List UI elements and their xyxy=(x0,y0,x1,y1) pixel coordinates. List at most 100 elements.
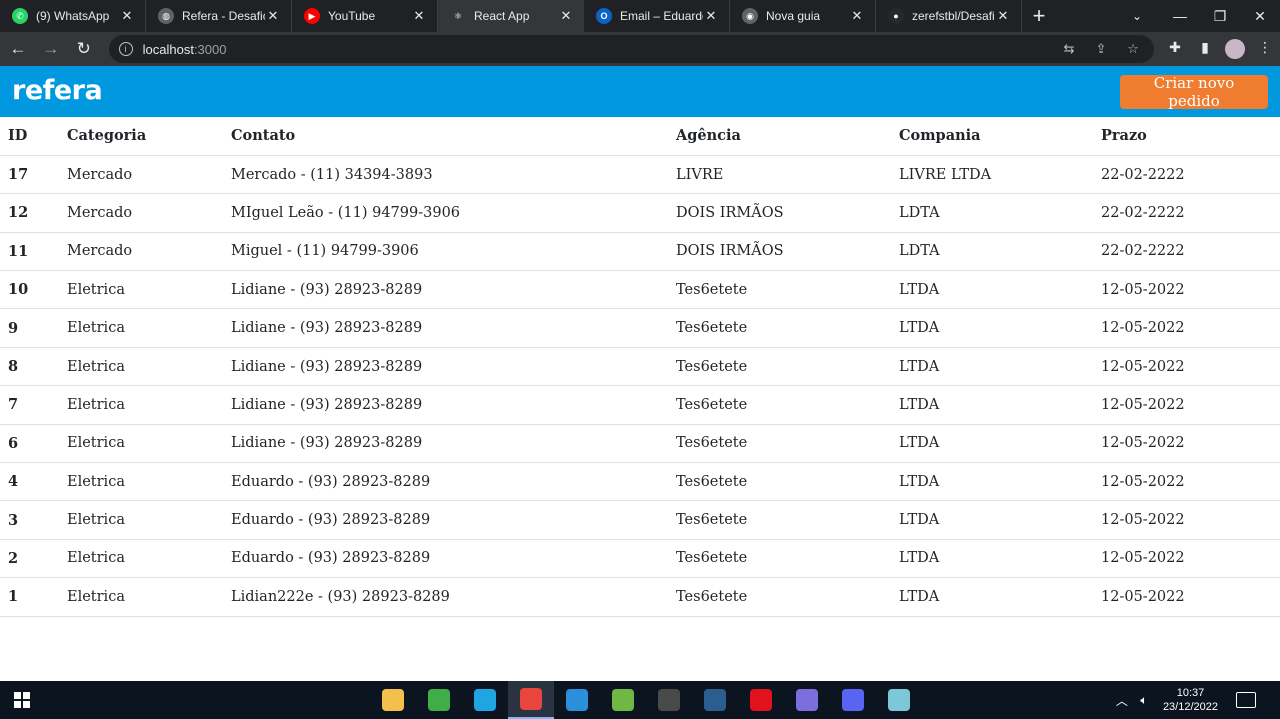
cell-compania: LTDA xyxy=(891,308,1093,348)
tab-title: Nova guia xyxy=(766,9,821,23)
back-icon[interactable]: ← xyxy=(3,34,33,64)
taskbar-app[interactable] xyxy=(508,681,554,719)
cell-agencia: Tes6etete xyxy=(668,308,891,348)
browser-tab[interactable]: ◍ Refera - Desafio F✕ xyxy=(146,0,292,32)
cell-compania: LTDA xyxy=(891,577,1093,617)
cell-id: 10 xyxy=(0,270,59,310)
cell-categoria: Eletrica xyxy=(59,424,223,464)
tab-close-icon[interactable]: ✕ xyxy=(411,8,427,24)
tab-close-icon[interactable]: ✕ xyxy=(849,8,865,24)
browser-tab[interactable]: ⚛ React App ✕ xyxy=(438,0,584,32)
extensions-icon[interactable]: ✚ xyxy=(1160,39,1190,59)
tab-close-icon[interactable]: ✕ xyxy=(703,8,719,24)
outlook-icon: O xyxy=(596,8,612,24)
cell-id: 9 xyxy=(0,308,59,348)
cell-contato: Eduardo - (93) 28923-8289 xyxy=(223,539,668,579)
cell-compania: LTDA xyxy=(891,270,1093,310)
file-explorer-icon xyxy=(382,689,404,711)
browser-tab[interactable]: ◉ Nova guia ✕ xyxy=(730,0,876,32)
tab-title: YouTube xyxy=(328,9,376,23)
cell-contato: Miguel - (11) 94799-3906 xyxy=(223,232,668,272)
os-taskbar: ︿ 🔈︎ 10:37 23/12/2022 xyxy=(0,681,1280,719)
maximize-icon[interactable]: ❐ xyxy=(1200,0,1240,32)
clock[interactable]: 10:37 23/12/2022 xyxy=(1163,686,1218,714)
browser-tab[interactable]: O Email – Eduardo ✕ xyxy=(584,0,730,32)
cell-prazo: 12-05-2022 xyxy=(1093,385,1280,425)
table-row: 17 Mercado Mercado - (11) 34394-3893 LIVRE L… xyxy=(0,155,1280,195)
taskbar-app[interactable] xyxy=(554,681,600,719)
tab-close-icon[interactable]: ✕ xyxy=(119,8,135,24)
taskbar-app[interactable] xyxy=(646,681,692,719)
browser-tab[interactable]: ▶ YouTube ✕ xyxy=(292,0,438,32)
browser-tab[interactable]: ✆ (9) WhatsApp ✕ xyxy=(0,0,146,32)
cell-agencia: Tes6etete xyxy=(668,347,891,387)
volume-icon[interactable]: 🔈︎ xyxy=(1133,693,1155,708)
browser-toolbar: ← → ↻ i localhost:3000 ⇆ ⇪ ☆ ✚ ▮ ⋮ xyxy=(0,32,1280,66)
table-row: 12 Mercado MIguel Leão - (11) 94799-3906 DO… xyxy=(0,193,1280,233)
taskbar-app[interactable] xyxy=(416,681,462,719)
tab-close-icon[interactable]: ✕ xyxy=(995,8,1011,24)
cell-id: 4 xyxy=(0,462,59,502)
cell-categoria: Eletrica xyxy=(59,270,223,310)
tab-close-icon[interactable]: ✕ xyxy=(265,8,281,24)
cell-prazo: 22-02-2222 xyxy=(1093,155,1280,195)
new-tab-icon[interactable]: + xyxy=(1022,0,1056,32)
side-panel-icon[interactable]: ▮ xyxy=(1190,39,1220,59)
table-row: 8 Eletrica Lidiane - (93) 28923-8289 Tes6et… xyxy=(0,347,1280,387)
menu-kebab-icon[interactable]: ⋮ xyxy=(1250,39,1280,59)
share-icon[interactable]: ⇪ xyxy=(1088,41,1114,57)
tab-title: Refera - Desafio F xyxy=(182,9,265,23)
bookmark-star-icon[interactable]: ☆ xyxy=(1120,41,1146,57)
cell-agencia: DOIS IRMÃOS xyxy=(668,232,891,272)
react-icon: ⚛ xyxy=(450,8,466,24)
taskbar-app[interactable] xyxy=(692,681,738,719)
cell-categoria: Eletrica xyxy=(59,577,223,617)
taskbar-app[interactable] xyxy=(876,681,922,719)
header-categoria: Categoria xyxy=(59,117,223,156)
windows-start-icon[interactable] xyxy=(14,692,30,708)
taskbar-app[interactable] xyxy=(370,681,416,719)
taskbar-app[interactable] xyxy=(600,681,646,719)
taskbar-app[interactable] xyxy=(784,681,830,719)
cell-prazo: 12-05-2022 xyxy=(1093,424,1280,464)
close-window-icon[interactable]: ✕ xyxy=(1240,0,1280,32)
cell-prazo: 12-05-2022 xyxy=(1093,462,1280,502)
taskbar-app[interactable] xyxy=(738,681,784,719)
cell-contato: Lidiane - (93) 28923-8289 xyxy=(223,347,668,387)
discord-icon xyxy=(842,689,864,711)
browser-tab[interactable]: ● zerefstbl/Desafio ✕ xyxy=(876,0,1022,32)
table-header-row: ID Categoria Contato Agência Compania Pr… xyxy=(0,117,1280,156)
address-bar[interactable]: i localhost:3000 ⇆ ⇪ ☆ xyxy=(108,35,1155,63)
header-id: ID xyxy=(0,117,59,156)
tab-search-icon[interactable]: ⌄ xyxy=(1120,0,1154,32)
cell-agencia: Tes6etete xyxy=(668,462,891,502)
tab-close-icon[interactable]: ✕ xyxy=(558,8,574,24)
forward-icon[interactable]: → xyxy=(36,34,66,64)
table-row: 7 Eletrica Lidiane - (93) 28923-8289 Tes6et… xyxy=(0,385,1280,425)
tab-title: (9) WhatsApp xyxy=(36,9,110,23)
cell-agencia: Tes6etete xyxy=(668,270,891,310)
minimize-icon[interactable]: — xyxy=(1160,0,1200,32)
cell-agencia: DOIS IRMÃOS xyxy=(668,193,891,233)
translate-icon[interactable]: ⇆ xyxy=(1056,41,1082,57)
cell-prazo: 12-05-2022 xyxy=(1093,308,1280,348)
cell-categoria: Eletrica xyxy=(59,500,223,540)
cell-contato: Lidiane - (93) 28923-8289 xyxy=(223,385,668,425)
create-order-button[interactable]: Criar novo pedido xyxy=(1120,74,1268,110)
site-info-icon[interactable]: i xyxy=(118,42,133,56)
cell-contato: Lidiane - (93) 28923-8289 xyxy=(223,308,668,348)
tray-chevron-icon[interactable]: ︿ xyxy=(1111,692,1133,709)
cell-categoria: Eletrica xyxy=(59,308,223,348)
reload-icon[interactable]: ↻ xyxy=(69,34,99,64)
edge-icon xyxy=(474,689,496,711)
tab-title: zerefstbl/Desafio xyxy=(912,9,995,23)
taskbar-app[interactable] xyxy=(462,681,508,719)
window-controls: — ❐ ✕ xyxy=(1160,0,1280,32)
table-row: 1 Eletrica Lidian222e - (93) 28923-8289 Tes… xyxy=(0,577,1280,617)
notifications-icon[interactable] xyxy=(1236,692,1256,708)
cell-prazo: 12-05-2022 xyxy=(1093,577,1280,617)
taskbar-app[interactable] xyxy=(830,681,876,719)
taskbar-apps xyxy=(370,681,922,719)
orders-table: ID Categoria Contato Agência Compania Pr… xyxy=(0,117,1280,617)
profile-avatar[interactable] xyxy=(1225,39,1246,59)
